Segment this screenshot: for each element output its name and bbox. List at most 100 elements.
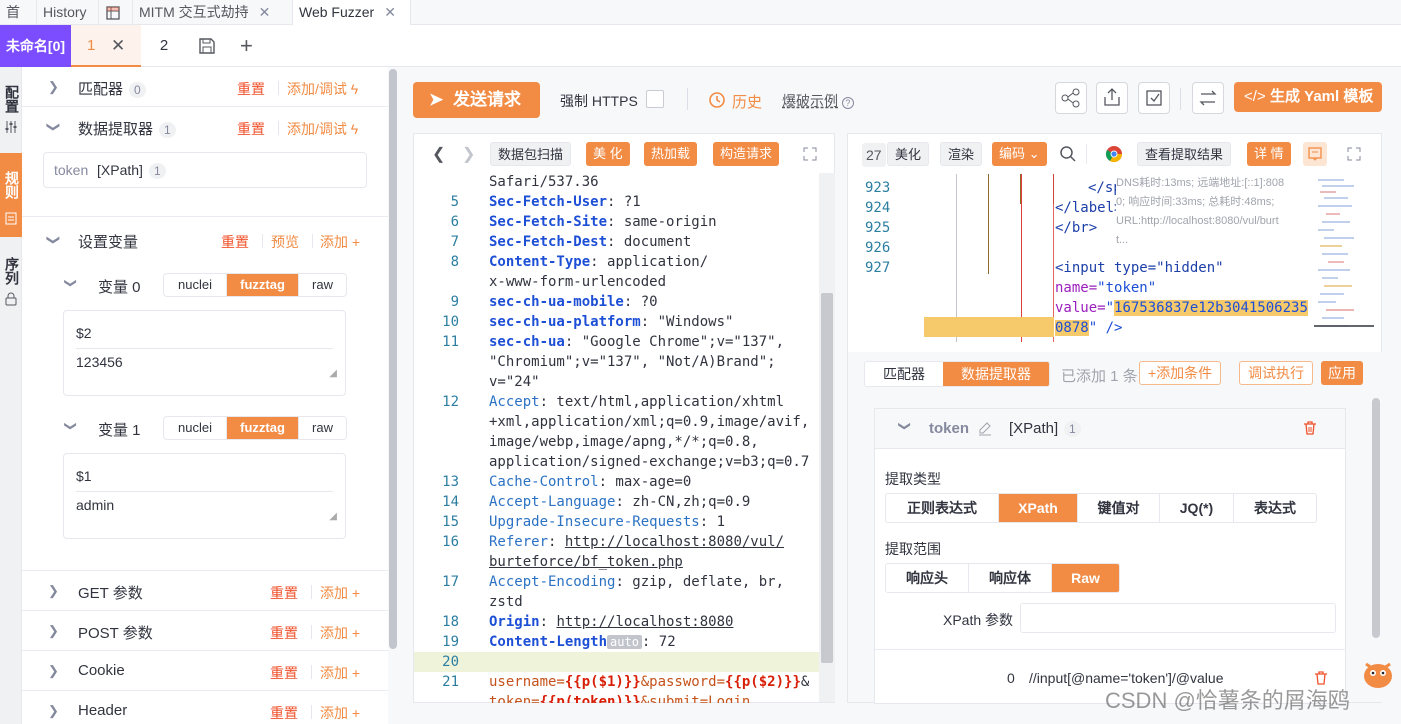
swap-icon[interactable] bbox=[1192, 82, 1224, 114]
view-extract-result-button[interactable]: 查看提取结果 bbox=[1137, 142, 1232, 166]
variable-1-name[interactable]: $1 bbox=[76, 468, 92, 484]
token-card-header[interactable]: ❯ token [XPath] 1 bbox=[875, 409, 1345, 449]
type-regex[interactable]: 正则表达式 bbox=[886, 494, 999, 522]
chevron-right-icon[interactable]: ❯ bbox=[48, 703, 59, 719]
matcher-section[interactable]: ❯ 匹配器 0 重置 添加/调试 ϟ bbox=[22, 67, 388, 107]
tab-matcher[interactable]: 匹配器 bbox=[865, 362, 943, 386]
get-params-reset-button[interactable]: 重置 bbox=[270, 583, 298, 603]
resize-handle-icon[interactable]: ◢ bbox=[329, 511, 337, 522]
add-condition-button[interactable]: +添加条件 bbox=[1139, 361, 1222, 385]
response-beautify-button[interactable]: 美化 bbox=[887, 142, 930, 166]
response-render-button[interactable]: 渲染 bbox=[940, 142, 983, 166]
tab-web-fuzzer[interactable]: Web Fuzzer ✕ bbox=[293, 0, 411, 25]
save-icon[interactable] bbox=[198, 25, 220, 67]
mode-fuzztag[interactable]: fuzztag bbox=[227, 417, 299, 439]
close-icon[interactable]: ✕ bbox=[384, 4, 396, 20]
extract-scope-selector[interactable]: 响应头 响应体 Raw bbox=[885, 563, 1120, 593]
force-https-checkbox[interactable] bbox=[646, 90, 664, 108]
extractor-item[interactable]: token [XPath] 1 bbox=[43, 152, 367, 188]
mode-nuclei[interactable]: nuclei bbox=[164, 417, 227, 439]
send-request-button[interactable]: ➤ 发送请求 bbox=[413, 82, 540, 118]
cookie-reset-button[interactable]: 重置 bbox=[270, 663, 298, 683]
share-icon[interactable] bbox=[1055, 82, 1087, 114]
variable-1-editor[interactable]: $1 admin ◢ bbox=[63, 453, 346, 539]
chevron-right-icon[interactable]: ❯ bbox=[48, 623, 59, 639]
variable-1-mode-toggle[interactable]: nuclei fuzztag raw bbox=[163, 416, 347, 440]
sub-tab-2[interactable]: 2 bbox=[141, 25, 187, 67]
rail-rules[interactable]: 规则 bbox=[0, 153, 22, 237]
help-icon[interactable]: ? bbox=[841, 97, 854, 109]
matcher-extractor-tabs[interactable]: 匹配器 数据提取器 bbox=[864, 361, 1050, 387]
post-params-section[interactable]: ❯ POST 参数 重置 添加 + bbox=[22, 611, 388, 651]
cookie-add-button[interactable]: 添加 + bbox=[320, 663, 360, 683]
tab-mitm[interactable]: MITM 交互式劫持 ✕ bbox=[133, 0, 293, 25]
variable-1-header[interactable]: ❯ 变量 1 nuclei fuzztag raw bbox=[22, 413, 388, 443]
chevron-right-icon[interactable]: ❯ bbox=[48, 663, 59, 679]
mode-raw[interactable]: raw bbox=[299, 274, 346, 296]
examples-link[interactable]: 爆破示例 ? bbox=[782, 91, 854, 111]
post-params-reset-button[interactable]: 重置 bbox=[270, 623, 298, 643]
apply-button[interactable]: 应用 bbox=[1321, 361, 1363, 385]
set-vars-section[interactable]: ❯ 设置变量 重置 预览 添加 + bbox=[22, 220, 388, 260]
variable-0-mode-toggle[interactable]: nuclei fuzztag raw bbox=[163, 273, 347, 297]
chevron-down-icon[interactable]: ❯ bbox=[45, 235, 61, 246]
debug-run-button[interactable]: 调试执行 bbox=[1239, 361, 1313, 385]
rail-sequence[interactable]: 序列 bbox=[0, 253, 22, 289]
get-params-add-button[interactable]: 添加 + bbox=[320, 583, 360, 603]
chevron-right-icon[interactable]: ❯ bbox=[48, 583, 59, 599]
chevron-down-icon[interactable]: ❯ bbox=[45, 122, 61, 133]
post-params-add-button[interactable]: 添加 + bbox=[320, 623, 360, 643]
export-icon[interactable] bbox=[1096, 82, 1128, 114]
tab-home[interactable]: 首页 bbox=[0, 0, 37, 45]
extractor-section[interactable]: ❯ 数据提取器 1 重置 添加/调试 ϟ bbox=[22, 107, 388, 147]
close-icon[interactable]: ✕ bbox=[259, 4, 271, 20]
resize-handle-icon[interactable]: ◢ bbox=[329, 368, 337, 379]
set-vars-preview-button[interactable]: 预览 bbox=[271, 232, 299, 252]
type-jq[interactable]: JQ(*) bbox=[1160, 494, 1234, 522]
beautify-button[interactable]: 美 化 bbox=[586, 142, 630, 166]
generate-yaml-button[interactable]: </> 生成 Yaml 模板 bbox=[1234, 82, 1382, 112]
detail-button[interactable]: 详 情 bbox=[1247, 142, 1291, 166]
chevron-right-icon[interactable]: ❯ bbox=[48, 79, 59, 95]
left-panel-scrollbar[interactable] bbox=[388, 67, 398, 724]
mode-nuclei[interactable]: nuclei bbox=[164, 274, 227, 296]
request-code[interactable]: Safari/537.36 5 Sec-Fetch-User: ?1 6 Sec-Fet… bbox=[414, 174, 820, 703]
tab-history[interactable]: History bbox=[37, 0, 99, 25]
variable-0-editor[interactable]: $2 123456 ◢ bbox=[63, 310, 346, 396]
variable-0-value[interactable]: 123456 bbox=[76, 354, 123, 370]
chevron-right-icon[interactable]: ❯ bbox=[462, 144, 475, 164]
search-icon[interactable] bbox=[1059, 145, 1077, 163]
xpath-param-input[interactable] bbox=[1020, 603, 1336, 633]
import-icon[interactable] bbox=[1138, 82, 1170, 114]
code-minimap[interactable] bbox=[1314, 174, 1374, 339]
edit-icon[interactable] bbox=[977, 420, 993, 436]
request-scrollbar[interactable] bbox=[819, 173, 835, 702]
expand-icon[interactable] bbox=[1347, 147, 1361, 161]
hotload-button[interactable]: 热加载 bbox=[644, 142, 698, 166]
sub-tab-1[interactable]: 1 ✕ bbox=[71, 25, 141, 67]
packet-scan-button[interactable]: 数据包扫描 bbox=[490, 142, 572, 166]
type-kv[interactable]: 键值对 bbox=[1078, 494, 1160, 522]
variable-0-header[interactable]: ❯ 变量 0 nuclei fuzztag raw bbox=[22, 270, 388, 300]
extract-type-selector[interactable]: 正则表达式 XPath 键值对 JQ(*) 表达式 bbox=[885, 493, 1317, 523]
header-add-button[interactable]: 添加 + bbox=[320, 703, 360, 723]
comment-icon[interactable] bbox=[1303, 142, 1327, 166]
scope-raw[interactable]: Raw bbox=[1052, 564, 1119, 592]
extractor-scrollbar[interactable] bbox=[1372, 398, 1380, 638]
build-request-button[interactable]: 构造请求 bbox=[713, 142, 780, 166]
type-xpath[interactable]: XPath bbox=[999, 494, 1078, 522]
set-vars-reset-button[interactable]: 重置 bbox=[221, 232, 249, 252]
add-tab-icon[interactable]: + bbox=[240, 25, 260, 67]
cookie-section[interactable]: ❯ Cookie 重置 添加 + bbox=[22, 651, 388, 691]
mode-raw[interactable]: raw bbox=[299, 417, 346, 439]
header-section[interactable]: ❯ Header 重置 添加 + bbox=[22, 691, 388, 724]
header-reset-button[interactable]: 重置 bbox=[270, 703, 298, 723]
encode-dropdown[interactable]: 编码 ⌄ bbox=[992, 142, 1047, 166]
matcher-add-button[interactable]: 添加/调试 ϟ bbox=[287, 79, 358, 99]
mode-fuzztag[interactable]: fuzztag bbox=[227, 274, 299, 296]
expand-icon[interactable] bbox=[803, 147, 817, 161]
rail-config[interactable]: 配置 bbox=[0, 79, 22, 119]
scrollbar-thumb[interactable] bbox=[821, 293, 833, 663]
variable-1-value[interactable]: admin bbox=[76, 497, 114, 513]
chevron-down-icon[interactable]: ❯ bbox=[64, 421, 78, 431]
